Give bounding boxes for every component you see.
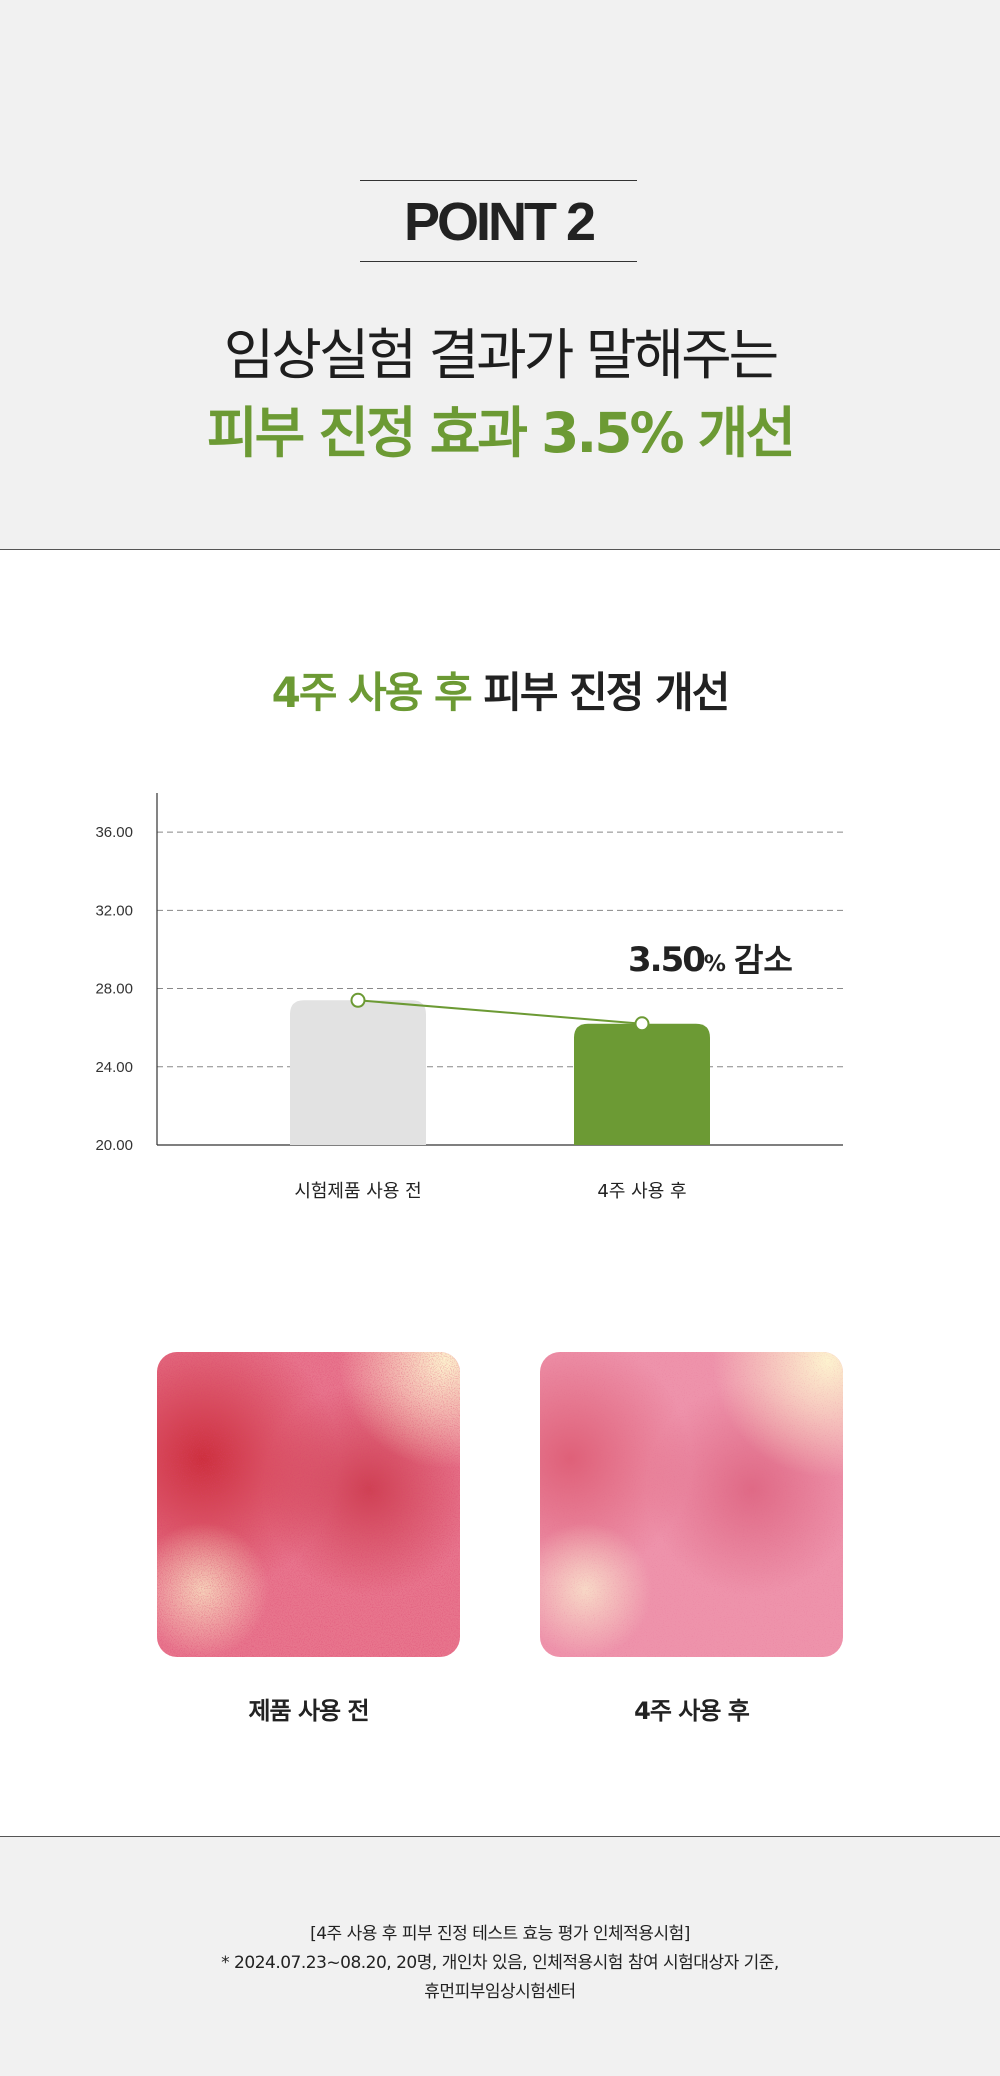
point-header-section: POINT 2 임상실험 결과가 말해주는 피부 진정 효과 3.5% 개선: [0, 0, 1000, 550]
footnote-line-1: [4주 사용 후 피부 진정 테스트 효능 평가 인체적용시험]: [310, 1924, 690, 1944]
change-value: 3.50: [628, 940, 705, 980]
trend-marker: [350, 992, 366, 1008]
y-tick-label: 20.00: [95, 1137, 133, 1154]
headline-line-1: 임상실험 결과가 말해주는: [223, 323, 780, 387]
x-category-label: 4주 사용 후: [597, 1181, 686, 1202]
change-unit: %: [704, 952, 726, 977]
bar: [290, 1000, 426, 1145]
chart-title: 4주 사용 후 피부 진정 개선: [0, 659, 1000, 720]
y-tick-label: 36.00: [95, 824, 133, 841]
point-label: POINT 2: [403, 192, 596, 252]
skin-soothing-chart: 20.00 24.00 28.00 32.00 36.00 시험제품 사용 전 4주 사용 …: [95, 793, 843, 1202]
x-category-label: 시험제품 사용 전: [294, 1181, 421, 1202]
change-annotation: 3.50% 감소: [628, 940, 793, 980]
skin-photo-before: [157, 1352, 460, 1657]
skin-photo-after: [540, 1352, 843, 1657]
photo-label-after: 4주 사용 후: [634, 1697, 750, 1725]
point-badge: POINT 2: [360, 180, 637, 262]
result-section: 4주 사용 후 피부 진정 개선 20.00 24.00 28.00 32.00 36.…: [0, 551, 1000, 1836]
footnote-section: [4주 사용 후 피부 진정 테스트 효능 평가 인체적용시험] * 2024.…: [0, 1836, 1000, 2076]
headline-line-2: 피부 진정 효과 3.5% 개선: [207, 401, 796, 465]
trend-marker: [634, 1016, 650, 1032]
change-text: 감소: [734, 941, 793, 979]
chart-title-accent: 4주 사용 후: [271, 668, 473, 717]
footnote-line-2: * 2024.07.23~08.20, 20명, 개인차 있음, 인체적용시험 …: [221, 1953, 779, 1973]
y-tick-label: 32.00: [95, 902, 133, 919]
y-tick-label: 24.00: [95, 1059, 133, 1076]
bar: [574, 1023, 710, 1145]
photo-label-before: 제품 사용 전: [248, 1697, 369, 1725]
footnote-line-3: 휴먼피부임상시험센터: [424, 1982, 576, 2002]
chart-title-rest: 피부 진정 개선: [483, 668, 730, 717]
y-tick-label: 28.00: [95, 981, 133, 998]
